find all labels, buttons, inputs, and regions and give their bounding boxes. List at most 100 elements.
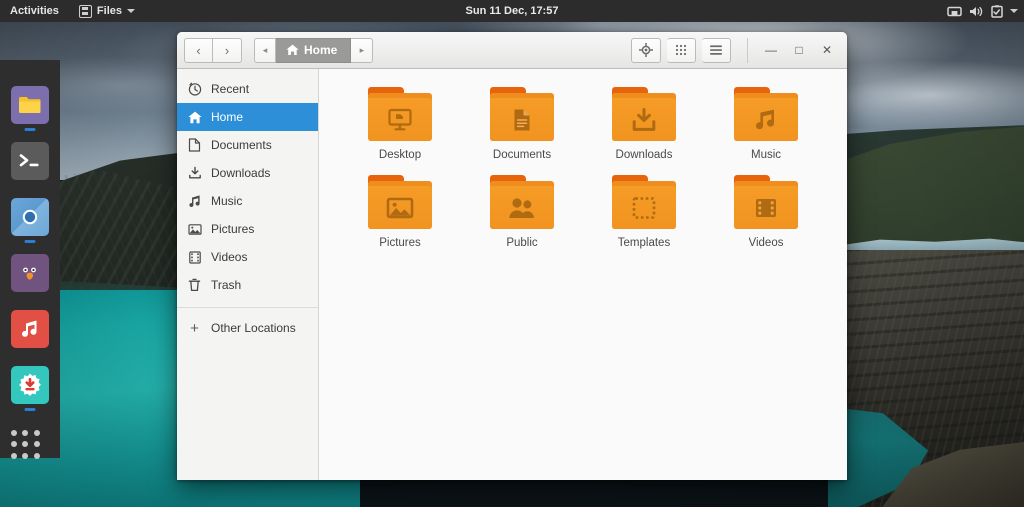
path-scroll-left-button[interactable]: ◂	[254, 37, 276, 63]
music-note-icon	[756, 109, 774, 129]
sidebar-item-trash[interactable]: Trash	[177, 271, 318, 299]
folder-icon	[489, 87, 555, 142]
sidebar-item-label: Recent	[211, 82, 250, 96]
clock-icon	[187, 82, 202, 97]
browser-icon	[22, 209, 38, 225]
file-item-label: Templates	[617, 237, 671, 249]
file-item-label: Public	[506, 237, 538, 249]
chevron-down-icon[interactable]	[1010, 9, 1018, 13]
menu-button[interactable]	[702, 37, 731, 63]
back-icon: ‹	[196, 42, 201, 58]
people-icon	[509, 197, 534, 218]
file-item-downloads[interactable]: Downloads	[585, 87, 703, 161]
sidebar-item-other-locations[interactable]: + Other Locations	[177, 314, 318, 342]
file-item-label: Music	[750, 149, 782, 161]
files-app-icon	[78, 4, 92, 18]
minimize-button[interactable]: —	[758, 38, 784, 63]
sidebar-item-home[interactable]: Home	[177, 103, 318, 131]
dock-item-web-browser[interactable]	[11, 198, 49, 243]
dock-item-files[interactable]	[11, 86, 49, 131]
sidebar-item-label: Trash	[211, 278, 242, 292]
clock[interactable]: Sun 11 Dec, 17:57	[0, 5, 1024, 17]
file-manager-window: ‹ › ◂ Home ▸ — □ ✕ Recent Home Documents…	[177, 32, 847, 480]
dock-item-software[interactable]	[11, 366, 49, 411]
download-arrow-icon	[632, 107, 656, 131]
app-menu-label: Files	[96, 5, 122, 17]
system-status-area[interactable]	[947, 0, 1018, 22]
dock	[0, 60, 60, 460]
running-indicator	[24, 128, 36, 131]
file-item-desktop[interactable]: Desktop	[341, 87, 459, 161]
film-icon	[187, 250, 202, 265]
folder-icon	[733, 87, 799, 142]
sidebar-item-label: Home	[211, 110, 244, 124]
icon-grid: Desktop Documents Downloads Music Pictur…	[339, 87, 827, 249]
breadcrumb-item-home[interactable]: Home	[276, 37, 352, 63]
back-button[interactable]: ‹	[184, 37, 213, 63]
file-item-pictures[interactable]: Pictures	[341, 175, 459, 249]
sidebar-item-pictures[interactable]: Pictures	[177, 215, 318, 243]
sidebar-item-label: Music	[211, 194, 243, 208]
software-download-icon	[19, 373, 41, 396]
file-item-music[interactable]: Music	[707, 87, 825, 161]
running-indicator	[24, 240, 36, 243]
app-grid-icon	[11, 430, 41, 460]
chevron-left-icon: ◂	[262, 44, 268, 55]
close-button[interactable]: ✕	[814, 38, 840, 63]
folder-icon	[367, 175, 433, 230]
home-icon	[286, 44, 299, 55]
navigation-buttons: ‹ ›	[184, 37, 242, 63]
sidebar: Recent Home Documents Downloads Music Pi…	[177, 69, 319, 480]
top-bar: Activities Files Sun 11 Dec, 17:57	[0, 0, 1024, 22]
folder-icon	[489, 175, 555, 230]
trash-icon	[187, 278, 202, 293]
forward-button[interactable]: ›	[213, 37, 242, 63]
file-item-videos[interactable]: Videos	[707, 175, 825, 249]
file-item-documents[interactable]: Documents	[463, 87, 581, 161]
plus-icon: +	[190, 319, 199, 337]
files-icon	[19, 97, 41, 114]
home-icon	[187, 110, 202, 125]
sidebar-divider	[177, 307, 318, 308]
desktop-screen: Activities Files Sun 11 Dec, 17:57 ‹ › ◂…	[0, 0, 1024, 507]
battery-icon	[991, 4, 1003, 18]
dock-item-mail[interactable]	[11, 254, 49, 292]
file-item-label: Pictures	[379, 237, 421, 249]
file-view[interactable]: Desktop Documents Downloads Music Pictur…	[319, 69, 847, 480]
maximize-icon: □	[795, 43, 803, 57]
dock-item-terminal[interactable]	[11, 142, 49, 180]
location-button[interactable]	[631, 37, 661, 63]
folder-icon	[733, 175, 799, 230]
show-applications-button[interactable]	[11, 426, 49, 460]
dock-item-music[interactable]	[11, 310, 49, 348]
document-icon	[514, 109, 530, 130]
sidebar-item-videos[interactable]: Videos	[177, 243, 318, 271]
sidebar-item-label: Videos	[211, 250, 248, 264]
chevron-right-icon: ▸	[359, 44, 365, 55]
file-item-label: Desktop	[378, 149, 422, 161]
sidebar-item-documents[interactable]: Documents	[177, 131, 318, 159]
maximize-button[interactable]: □	[786, 38, 812, 63]
sidebar-item-label: Other Locations	[211, 321, 296, 335]
sidebar-item-label: Documents	[211, 138, 272, 152]
download-icon	[187, 166, 202, 181]
view-options-button[interactable]	[667, 37, 696, 63]
document-icon	[187, 138, 202, 153]
path-scroll-right-button[interactable]: ▸	[351, 37, 374, 63]
file-item-public[interactable]: Public	[463, 175, 581, 249]
app-menu-button[interactable]: Files	[71, 0, 143, 22]
chevron-down-icon	[127, 9, 135, 13]
sidebar-item-recent[interactable]: Recent	[177, 75, 318, 103]
window-titlebar: ‹ › ◂ Home ▸ — □ ✕	[177, 32, 847, 69]
close-icon: ✕	[821, 43, 833, 57]
music-note-icon	[22, 320, 37, 337]
file-item-templates[interactable]: Templates	[585, 175, 703, 249]
window-body: Recent Home Documents Downloads Music Pi…	[177, 69, 847, 480]
image-icon	[386, 197, 414, 218]
activities-button[interactable]: Activities	[0, 0, 71, 22]
network-icon	[947, 5, 962, 18]
sidebar-item-downloads[interactable]: Downloads	[177, 159, 318, 187]
sidebar-item-label: Downloads	[211, 166, 271, 180]
sidebar-item-music[interactable]: Music	[177, 187, 318, 215]
grid-view-icon	[675, 44, 687, 56]
